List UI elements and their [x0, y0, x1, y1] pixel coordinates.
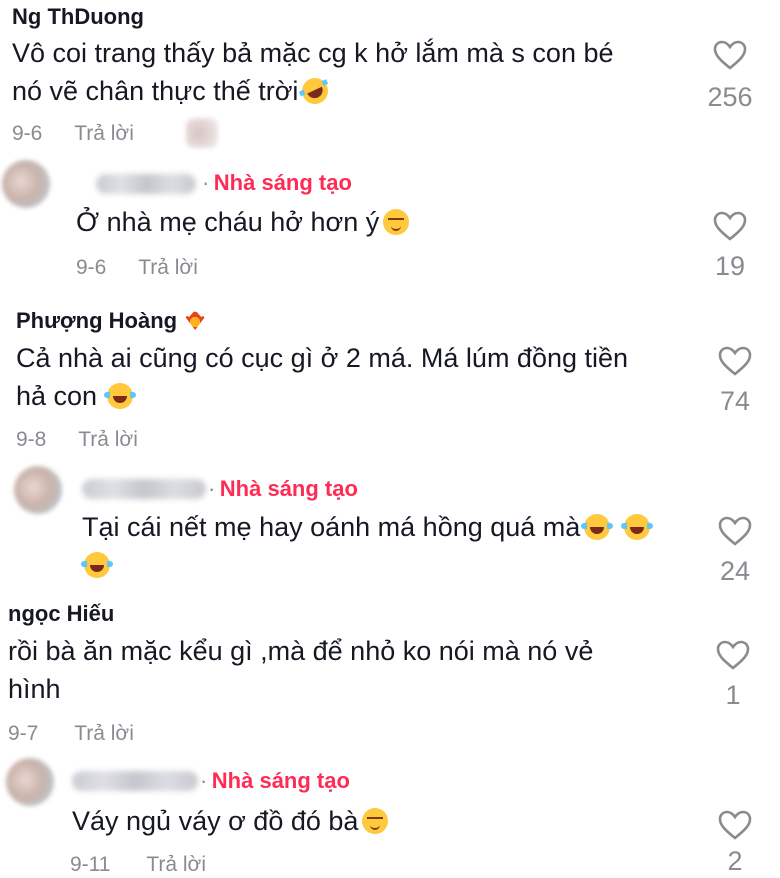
comment-text-line: nó vẽ chân thực thế trời — [12, 76, 299, 106]
comment-author[interactable]: Phượng Hoàng — [16, 308, 209, 334]
reply-text-line: Váy ngủ váy ơ đồ đó bà — [72, 806, 359, 836]
phoenix-icon — [181, 308, 209, 332]
creator-label: Nhà sáng tạo — [213, 170, 352, 195]
comment-meta: 9-6 Trả lời — [12, 122, 134, 146]
comment-author[interactable]: ngọc Hiếu — [8, 601, 114, 627]
reply-date: 9-11 — [70, 853, 111, 876]
like-button[interactable] — [712, 810, 758, 840]
like-button[interactable] — [712, 516, 758, 546]
comment-date: 9-7 — [8, 722, 39, 745]
heart-icon — [713, 40, 747, 70]
separator: · — [202, 170, 210, 195]
avatar[interactable] — [6, 758, 54, 806]
like-count: 24 — [719, 556, 751, 586]
reply-button[interactable]: Trả lời — [138, 256, 198, 279]
blurred-username — [96, 174, 196, 194]
comment-text: Vô coi trang thấy bả mặc cg k hở lắm mà … — [12, 34, 692, 110]
comment-date: 9-6 — [12, 122, 43, 145]
reply-date: 9-6 — [76, 256, 107, 279]
reply-meta: 9-11 Trả lời — [70, 853, 206, 877]
reply-button[interactable]: Trả lời — [146, 853, 206, 876]
creator-tag: · Nhà sáng tạo — [200, 768, 350, 794]
heart-icon — [718, 810, 752, 840]
creator-tag: · Nhà sáng tạo — [208, 476, 358, 502]
reply-button[interactable]: Trả lời — [74, 122, 134, 145]
reply-button[interactable]: Trả lời — [74, 722, 134, 745]
reply-text-line: Ở nhà mẹ cháu hở hơn ý — [76, 207, 380, 237]
relieved-face-icon — [362, 808, 389, 834]
like-button[interactable] — [707, 211, 753, 241]
like-count: 256 — [707, 82, 753, 112]
reply-button[interactable]: Trả lời — [78, 428, 138, 451]
like-button[interactable] — [712, 346, 758, 376]
comment-date: 9-8 — [16, 428, 47, 451]
like-button[interactable] — [710, 640, 756, 670]
heart-icon — [718, 516, 752, 546]
like-count: 74 — [719, 386, 751, 416]
creator-label: Nhà sáng tạo — [219, 476, 358, 501]
like-count: 1 — [725, 680, 741, 710]
avatar[interactable] — [2, 160, 50, 208]
reply-text-line: Tại cái nết mẹ hay oánh má hồng quá mà — [82, 512, 581, 542]
rolling-on-floor-laughing-icon — [298, 73, 333, 109]
comment-author[interactable]: Ng ThDuong — [12, 4, 144, 30]
like-count: 19 — [714, 251, 746, 281]
comment-text-line: hả con — [16, 381, 98, 411]
comment-author-name: Phượng Hoàng — [16, 308, 178, 333]
reply-text: Váy ngủ váy ơ đồ đó bà — [72, 802, 389, 840]
separator: · — [200, 768, 208, 793]
separator: · — [208, 476, 216, 501]
heart-icon — [716, 640, 750, 670]
comment-text: rồi bà ăn mặc kểu gì ,mà để nhỏ ko nói m… — [8, 632, 698, 708]
comment-text-line: Cả nhà ai cũng có cục gì ở 2 má. Má lúm … — [16, 343, 629, 373]
creator-label: Nhà sáng tạo — [211, 768, 350, 793]
like-button[interactable] — [707, 40, 753, 70]
avatar[interactable] — [14, 466, 62, 514]
reply-text: Ở nhà mẹ cháu hở hơn ý — [76, 203, 410, 241]
reply-text: Tại cái nết mẹ hay oánh má hồng quá mà — [81, 508, 682, 584]
comment-text-line: Vô coi trang thấy bả mặc cg k hở lắm mà … — [12, 38, 614, 68]
reply-meta: 9-6 Trả lời — [76, 256, 198, 280]
blurred-username — [72, 771, 198, 791]
heart-icon — [713, 211, 747, 241]
comment-meta: 9-7 Trả lời — [8, 722, 134, 746]
comment-text-line: rồi bà ăn mặc kểu gì ,mà để nhỏ ko nói m… — [8, 636, 594, 666]
tears-of-joy-icon — [621, 514, 654, 540]
comment-text-line: hình — [8, 674, 61, 704]
like-count: 2 — [727, 846, 743, 876]
creator-tag: · Nhà sáng tạo — [202, 170, 352, 196]
heart-icon — [718, 346, 752, 376]
comment-text: Cả nhà ai cũng có cục gì ở 2 má. Má lúm … — [16, 339, 696, 415]
relieved-face-icon — [383, 209, 410, 235]
comment-meta: 9-8 Trả lời — [16, 428, 138, 452]
tears-of-joy-icon — [81, 552, 113, 578]
blurred-sticker — [186, 118, 218, 148]
blurred-username — [82, 479, 206, 499]
tears-of-joy-icon — [581, 514, 614, 540]
tears-of-joy-icon — [104, 383, 137, 409]
